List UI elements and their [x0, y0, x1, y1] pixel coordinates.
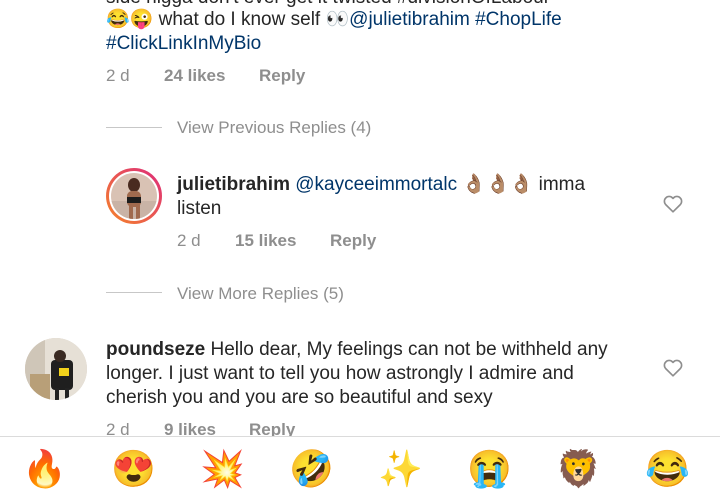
comment-time: 2 d [106, 66, 130, 85]
reply-comment-text: imma [533, 174, 586, 195]
reply-button[interactable]: Reply [330, 231, 376, 251]
thread-line [106, 127, 162, 128]
tears-of-joy-emoji-icon[interactable]: 😂 [645, 447, 690, 491]
likes-count[interactable]: 15 likes [235, 231, 296, 251]
lion-emoji-icon[interactable]: 🦁 [556, 447, 601, 491]
comment-time: 2 d [177, 231, 201, 250]
top-comment-meta: 2 d 24 likes Reply [106, 66, 406, 88]
mention-julietibrahim[interactable]: @julietibrahim [349, 9, 470, 30]
reply-comment-line1: julietibrahim @kayceeimmortalc 👌🏽👌🏽👌🏽 im… [177, 173, 585, 197]
heart-outline-icon[interactable] [662, 357, 684, 379]
mention-kayceeimmortalc[interactable]: @kayceeimmortalc [295, 174, 457, 195]
username-julietibrahim[interactable]: julietibrahim [177, 174, 290, 195]
fire-emoji-icon[interactable]: 🔥 [22, 447, 67, 491]
reply-comment-meta: 2 d 15 likes Reply [177, 231, 477, 253]
eyes-emoji: 👀 [325, 9, 350, 30]
thread-line [106, 292, 162, 293]
bottom-comment-line1: poundseze Hello dear, My feelings can no… [106, 338, 608, 362]
hashtag-clicklinkinmybio[interactable]: #ClickLinkInMyBio [106, 33, 261, 54]
reply-button[interactable]: Reply [259, 66, 305, 86]
top-comment-text: what do I know self [153, 9, 326, 30]
bottom-comment-line2: longer. I just want to tell you how astr… [106, 363, 574, 384]
laugh-wink-emojis: 😂😜 [106, 9, 154, 30]
ok-hand-emojis: 👌🏽👌🏽👌🏽 [462, 174, 534, 195]
heart-eyes-emoji-icon[interactable]: 😍 [111, 447, 156, 491]
julietibrahim-avatar[interactable] [106, 168, 162, 224]
view-previous-replies-button[interactable]: View Previous Replies (4) [177, 118, 371, 138]
collision-emoji-icon[interactable]: 💥 [200, 447, 245, 491]
hashtag-choplife[interactable]: #ChopLife [470, 9, 562, 30]
poundseze-avatar[interactable] [25, 338, 87, 400]
top-comment-line3: #ClickLinkInMyBio [106, 32, 261, 56]
heart-outline-icon[interactable] [662, 193, 684, 215]
view-more-replies-button[interactable]: View More Replies (5) [177, 284, 344, 304]
username-poundseze[interactable]: poundseze [106, 339, 205, 360]
rolling-laughing-emoji-icon[interactable]: 🤣 [289, 447, 334, 491]
likes-count[interactable]: 24 likes [164, 66, 225, 86]
top-comment-line2: 😂😜 what do I know self 👀@julietibrahim #… [106, 8, 562, 32]
sparkles-emoji-icon[interactable]: ✨ [378, 447, 423, 491]
avatar-photo-icon [111, 173, 157, 219]
top-comment-partial-text: side nigga don't ever get it twisted #di… [106, 0, 550, 8]
emoji-reaction-bar: 🔥 😍 💥 🤣 ✨ 😭 🦁 😂 [0, 436, 720, 501]
bottom-comment-line3: cherish you and you are so beautiful and… [106, 387, 493, 408]
reply-comment-line2: listen [177, 198, 222, 219]
avatar-photo-icon [25, 338, 87, 400]
bottom-comment-text: Hello dear, My feelings can not be withh… [205, 339, 608, 360]
crying-emoji-icon[interactable]: 😭 [467, 447, 512, 491]
